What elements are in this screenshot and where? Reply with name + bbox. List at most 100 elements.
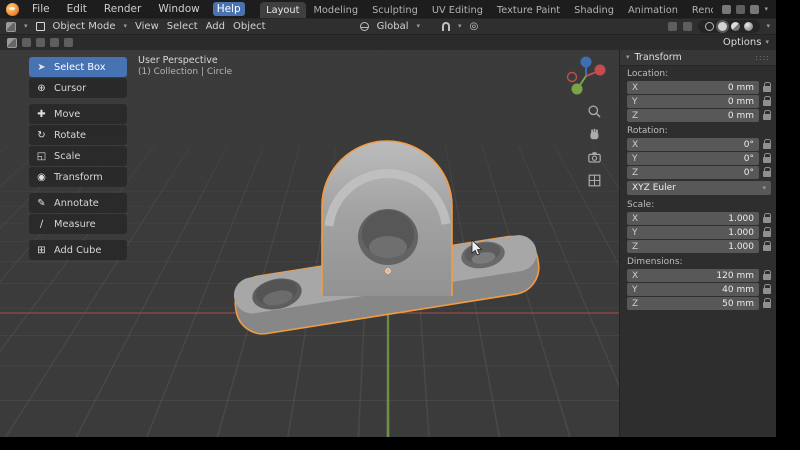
xray-icon[interactable] xyxy=(683,22,693,31)
menu-object[interactable]: Object xyxy=(233,21,266,32)
rotation-x-field[interactable]: X 0° xyxy=(627,138,759,151)
lock-icon[interactable] xyxy=(762,284,771,295)
location-x-field[interactable]: X 0 mm xyxy=(627,81,759,94)
lock-icon[interactable] xyxy=(762,167,771,178)
overlays-icon[interactable] xyxy=(668,22,678,31)
tab-texture-paint[interactable]: Texture Paint xyxy=(490,2,566,18)
zoom-icon[interactable] xyxy=(587,104,602,119)
tool-transform[interactable]: ◉ Transform xyxy=(29,167,127,187)
dimensions-x-field[interactable]: X 120 mm xyxy=(627,269,759,282)
shading-material-icon[interactable] xyxy=(731,22,741,31)
viewport-header: ▾ Object Mode ▾ View Select Add Object G… xyxy=(0,18,776,34)
lock-icon[interactable] xyxy=(762,270,771,281)
mode-selector[interactable]: Object Mode xyxy=(53,21,116,32)
scale-y-row: Y 1.000 xyxy=(627,226,771,239)
tool-icon-1[interactable] xyxy=(22,38,31,47)
orthographic-grid-icon[interactable] xyxy=(587,173,602,188)
shading-wireframe-icon[interactable] xyxy=(705,22,715,31)
lock-icon[interactable] xyxy=(762,213,771,224)
shading-rendered-icon[interactable] xyxy=(744,22,754,31)
location-y-field[interactable]: Y 0 mm xyxy=(627,95,759,108)
location-z-field[interactable]: Z 0 mm xyxy=(627,109,759,122)
rotation-y-field[interactable]: Y 0° xyxy=(627,152,759,165)
tab-uv-editing[interactable]: UV Editing xyxy=(425,2,489,18)
chevron-down-icon[interactable]: ▾ xyxy=(766,23,770,30)
tool-select-box[interactable]: ➤ Select Box xyxy=(29,57,127,77)
viewport-3d[interactable]: User Perspective (1) Collection | Circle… xyxy=(0,50,776,437)
view-layer-icon[interactable] xyxy=(736,4,746,14)
dimensions-y-field[interactable]: Y 40 mm xyxy=(627,283,759,296)
tool-icon-4[interactable] xyxy=(64,38,73,47)
menu-render[interactable]: Render xyxy=(100,2,145,16)
tab-modeling[interactable]: Modeling xyxy=(307,2,365,18)
lock-icon[interactable] xyxy=(762,227,771,238)
pan-hand-icon[interactable] xyxy=(587,127,602,142)
tool-scale[interactable]: ◱ Scale xyxy=(29,146,127,166)
scale-x-field[interactable]: X 1.000 xyxy=(627,212,759,225)
object-origin-dot xyxy=(385,268,391,274)
gizmo-z-axis[interactable] xyxy=(580,56,592,68)
transform-orientation-dropdown[interactable]: Global xyxy=(377,21,409,32)
tab-sculpting[interactable]: Sculpting xyxy=(366,2,425,18)
chevron-down-icon: ▾ xyxy=(762,183,766,192)
lock-icon[interactable] xyxy=(762,241,771,252)
blender-logo-icon[interactable] xyxy=(6,2,19,16)
sidebar-transform-panel: ▾ Transform :::: Location: X 0 mm Y 0 mm xyxy=(619,50,776,437)
menu-edit[interactable]: Edit xyxy=(63,2,91,16)
tool-icon-2[interactable] xyxy=(36,38,45,47)
gizmo-y-axis[interactable] xyxy=(571,83,583,95)
snap-magnet-icon[interactable] xyxy=(442,22,450,31)
scale-y-field[interactable]: Y 1.000 xyxy=(627,226,759,239)
tool-annotate[interactable]: ✎ Annotate xyxy=(29,193,127,213)
lock-icon[interactable] xyxy=(762,298,771,309)
lock-icon[interactable] xyxy=(762,82,771,93)
panel-drag-handle[interactable]: :::: xyxy=(755,53,770,62)
scale-z-field[interactable]: Z 1.000 xyxy=(627,240,759,253)
scene-icon[interactable] xyxy=(722,4,732,14)
tool-settings-editor-icon[interactable] xyxy=(7,37,17,48)
dimensions-z-field[interactable]: Z 50 mm xyxy=(627,297,759,310)
chevron-down-icon[interactable]: ▾ xyxy=(764,5,768,13)
menu-window[interactable]: Window xyxy=(154,2,203,16)
tool-cursor[interactable]: ⊕ Cursor xyxy=(29,78,127,98)
menu-help[interactable]: Help xyxy=(212,2,245,16)
proportional-editing-icon[interactable]: ◎ xyxy=(470,21,479,32)
filter-icon[interactable] xyxy=(750,4,760,14)
gizmo-x-axis[interactable] xyxy=(594,64,606,76)
tool-add-cube[interactable]: ⊞ Add Cube xyxy=(29,240,127,260)
lock-icon[interactable] xyxy=(762,139,771,150)
rotation-mode-dropdown[interactable]: XYZ Euler ▾ xyxy=(627,181,771,195)
menu-view[interactable]: View xyxy=(135,21,159,32)
tool-measure[interactable]: ∕ Measure xyxy=(29,214,127,234)
blender-window: File Edit Render Window Help Layout Mode… xyxy=(0,0,776,437)
camera-view-icon[interactable] xyxy=(587,150,602,165)
tab-shading[interactable]: Shading xyxy=(568,2,621,18)
transform-panel-header[interactable]: ▾ Transform :::: xyxy=(620,50,776,66)
rotation-z-field[interactable]: Z 0° xyxy=(627,166,759,179)
axis-label: Y xyxy=(632,96,638,107)
tab-animation[interactable]: Animation xyxy=(621,2,684,18)
options-button[interactable]: Options xyxy=(723,37,762,48)
tool-rotate[interactable]: ↻ Rotate xyxy=(29,125,127,145)
axis-label: X xyxy=(632,270,639,281)
tool-icon-3[interactable] xyxy=(50,38,59,47)
scene-controls: ▾ xyxy=(722,4,770,14)
shading-solid-icon[interactable] xyxy=(718,22,728,31)
gizmo-x-neg-axis[interactable] xyxy=(566,71,578,83)
menu-select[interactable]: Select xyxy=(167,21,198,32)
navigation-gizmo[interactable] xyxy=(564,54,608,98)
lock-icon[interactable] xyxy=(762,110,771,121)
chevron-down-icon[interactable]: ▾ xyxy=(458,23,462,30)
menu-file[interactable]: File xyxy=(28,2,54,16)
lock-icon[interactable] xyxy=(762,96,771,107)
menu-add[interactable]: Add xyxy=(206,21,225,32)
panel-title: Transform xyxy=(634,52,682,63)
tab-layout[interactable]: Layout xyxy=(259,2,306,18)
viewport-nav-buttons xyxy=(587,104,602,188)
editor-type-icon[interactable] xyxy=(6,21,16,32)
lock-icon[interactable] xyxy=(762,153,771,164)
tab-rendering[interactable]: Rendering xyxy=(685,2,714,18)
tool-move[interactable]: ✚ Move xyxy=(29,104,127,124)
rotation-y-row: Y 0° xyxy=(627,152,771,165)
dimensions-label: Dimensions: xyxy=(627,257,683,267)
